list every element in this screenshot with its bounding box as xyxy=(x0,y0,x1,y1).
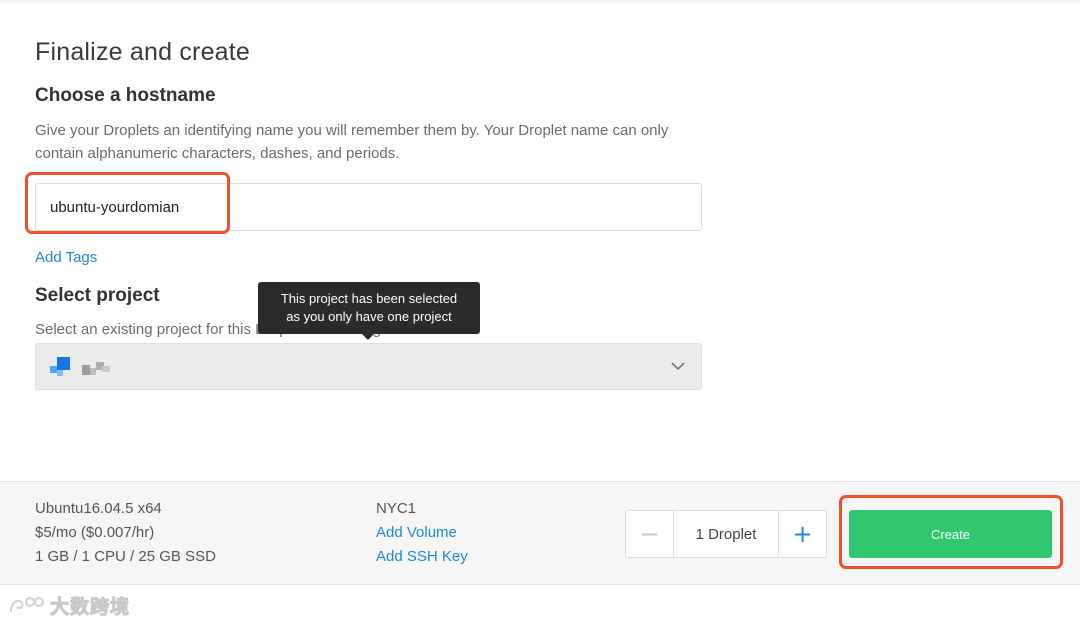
watermark: 大数跨境 xyxy=(8,592,130,618)
hostname-input[interactable] xyxy=(35,183,702,231)
hostname-heading: Choose a hostname xyxy=(35,85,216,106)
price-summary: $5/mo ($0.007/hr) xyxy=(35,524,155,541)
project-select-dropdown[interactable] xyxy=(35,343,702,390)
increment-button[interactable]: + xyxy=(778,511,826,557)
create-button[interactable]: Create xyxy=(849,510,1052,558)
watermark-text: 大数跨境 xyxy=(49,595,131,618)
hostname-description: Give your Droplets an identifying name y… xyxy=(35,122,669,162)
tooltip-line-1: This project has been selected xyxy=(280,291,458,306)
region-summary: NYC1 xyxy=(376,500,417,517)
project-heading: Select project xyxy=(35,285,160,306)
chevron-down-icon xyxy=(671,362,685,371)
order-summary-bar: Ubuntu16.04.5 x64 $5/mo ($0.007/hr) 1 GB… xyxy=(0,481,1080,585)
tooltip-line-2: as you only have one project xyxy=(286,309,452,324)
droplet-count: 1 Droplet xyxy=(695,525,757,543)
tooltip-arrow xyxy=(362,334,374,340)
size-summary: 1 GB / 1 CPU / 25 GB SSD xyxy=(35,548,216,565)
watermark-logo-icon xyxy=(10,597,44,613)
project-tooltip: This project has been selected as you on… xyxy=(258,282,480,340)
project-name-redacted xyxy=(82,361,110,375)
droplet-quantity-stepper: − 1 Droplet + xyxy=(625,510,827,558)
project-logo-icon xyxy=(50,357,70,377)
add-volume-link[interactable]: Add Volume xyxy=(376,524,457,541)
top-shadow-divider xyxy=(0,0,1080,4)
add-tags-link[interactable]: Add Tags xyxy=(35,249,97,266)
add-ssh-key-link[interactable]: Add SSH Key xyxy=(376,548,468,565)
image-summary: Ubuntu16.04.5 x64 xyxy=(35,500,162,517)
decrement-button[interactable]: − xyxy=(626,511,674,557)
page-title: Finalize and create xyxy=(35,38,251,66)
